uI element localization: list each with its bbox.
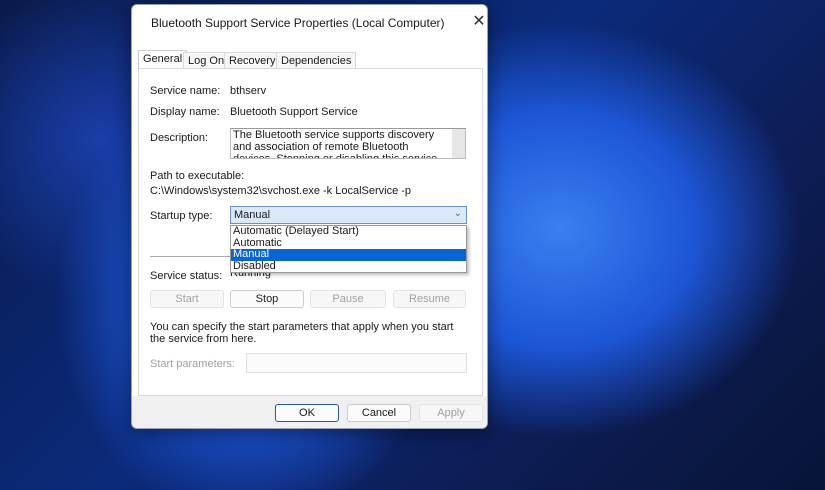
description-label: Description: <box>150 132 209 144</box>
apply-button[interactable]: Apply <box>419 404 483 422</box>
option-automatic-delayed[interactable]: Automatic (Delayed Start) <box>231 225 466 238</box>
service-name-value: bthserv <box>230 85 267 97</box>
cancel-button[interactable]: Cancel <box>347 404 411 422</box>
startup-type-value: Manual <box>234 209 271 221</box>
description-text: The Bluetooth service supports discovery… <box>233 129 438 159</box>
service-status-label: Service status: <box>150 270 223 282</box>
start-button[interactable]: Start <box>150 290 224 308</box>
pause-button[interactable]: Pause <box>310 290 386 308</box>
service-name-label: Service name: <box>150 85 221 97</box>
general-panel: Service name: bthserv Display name: Blue… <box>138 68 483 396</box>
start-params-hint: You can specify the start parameters tha… <box>150 321 454 345</box>
resume-button[interactable]: Resume <box>393 290 466 308</box>
description-box[interactable]: The Bluetooth service supports discovery… <box>230 128 466 159</box>
startup-type-label: Startup type: <box>150 210 213 222</box>
start-parameters-input[interactable] <box>246 353 467 373</box>
ok-button[interactable]: OK <box>275 404 339 422</box>
display-name-value: Bluetooth Support Service <box>230 106 358 118</box>
tab-recovery[interactable]: Recovery <box>224 52 281 69</box>
dialog-title: Bluetooth Support Service Properties (Lo… <box>151 16 445 30</box>
option-manual[interactable]: Manual <box>231 248 466 261</box>
tab-general[interactable]: General <box>138 50 188 70</box>
close-icon[interactable]: ✕ <box>469 11 487 31</box>
dialog-footer: OK Cancel Apply <box>132 396 487 428</box>
path-label: Path to executable: <box>150 170 245 182</box>
startup-type-select[interactable]: Manual ⌄ <box>230 206 467 224</box>
stop-button[interactable]: Stop <box>230 290 304 308</box>
chevron-down-icon: ⌄ <box>453 208 462 219</box>
path-value: C:\Windows\system32\svchost.exe -k Local… <box>150 185 412 197</box>
tab-log-on[interactable]: Log On <box>183 52 230 69</box>
display-name-label: Display name: <box>150 106 220 118</box>
tab-dependencies[interactable]: Dependencies <box>276 52 357 69</box>
startup-type-dropdown: Automatic (Delayed Start) Automatic Manu… <box>230 225 467 273</box>
option-disabled[interactable]: Disabled <box>231 260 466 273</box>
start-parameters-label: Start parameters: <box>150 358 235 370</box>
service-properties-dialog: Bluetooth Support Service Properties (Lo… <box>131 4 488 429</box>
description-scrollbar[interactable] <box>452 129 465 158</box>
